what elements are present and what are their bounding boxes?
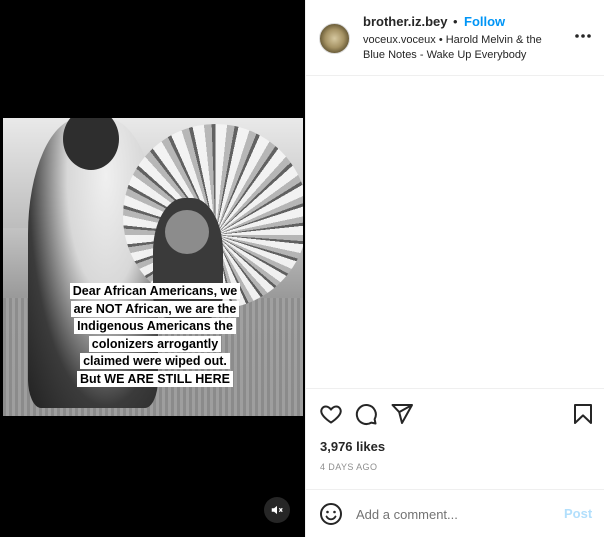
speaker-muted-icon <box>271 505 283 515</box>
post-timestamp[interactable]: 4 DAYS AGO <box>320 462 377 472</box>
comment-icon <box>355 404 377 425</box>
caption-line: Dear African Americans, we <box>69 283 241 299</box>
follow-button[interactable]: Follow <box>464 14 505 29</box>
audio-attribution-link[interactable]: voceux.voceux • Harold Melvin & the Blue… <box>363 33 563 62</box>
share-icon <box>391 404 413 424</box>
post-header: brother.iz.bey • Follow voceux.voceux • … <box>306 0 604 76</box>
separator-dot: • <box>453 14 458 29</box>
save-button[interactable] <box>571 402 595 426</box>
caption-line: are NOT African, we are the <box>70 300 240 317</box>
share-button[interactable] <box>390 402 414 426</box>
caption-line: Indigenous Americans the <box>74 318 236 334</box>
comment-bar: Post <box>306 489 604 537</box>
post-details-panel: brother.iz.bey • Follow voceux.voceux • … <box>305 0 604 537</box>
caption-line: But WE ARE STILL HERE <box>77 370 233 387</box>
video-caption-overlay: Dear African Americans, we are NOT Afric… <box>69 283 241 388</box>
emoji-icon <box>320 503 342 525</box>
comment-button[interactable] <box>354 402 378 426</box>
caption-line: claimed were wiped out. <box>80 353 230 369</box>
heart-icon <box>320 405 342 424</box>
avatar[interactable] <box>319 23 350 54</box>
caption-line: colonizers arrogantly <box>88 335 222 352</box>
bookmark-icon <box>574 404 592 424</box>
post-media[interactable]: Dear African Americans, we are NOT Afric… <box>0 0 305 537</box>
more-horizontal-icon <box>575 34 591 38</box>
post-actions: 3,976 likes 4 DAYS AGO <box>306 388 604 489</box>
mute-toggle-button[interactable] <box>264 497 290 523</box>
comment-input[interactable] <box>356 505 556 523</box>
likes-count[interactable]: 3,976 likes <box>320 439 385 454</box>
more-options-button[interactable] <box>571 24 595 48</box>
like-button[interactable] <box>319 402 343 426</box>
post-comment-button[interactable]: Post <box>564 506 592 521</box>
emoji-button[interactable] <box>319 502 343 526</box>
username-link[interactable]: brother.iz.bey <box>363 14 448 29</box>
